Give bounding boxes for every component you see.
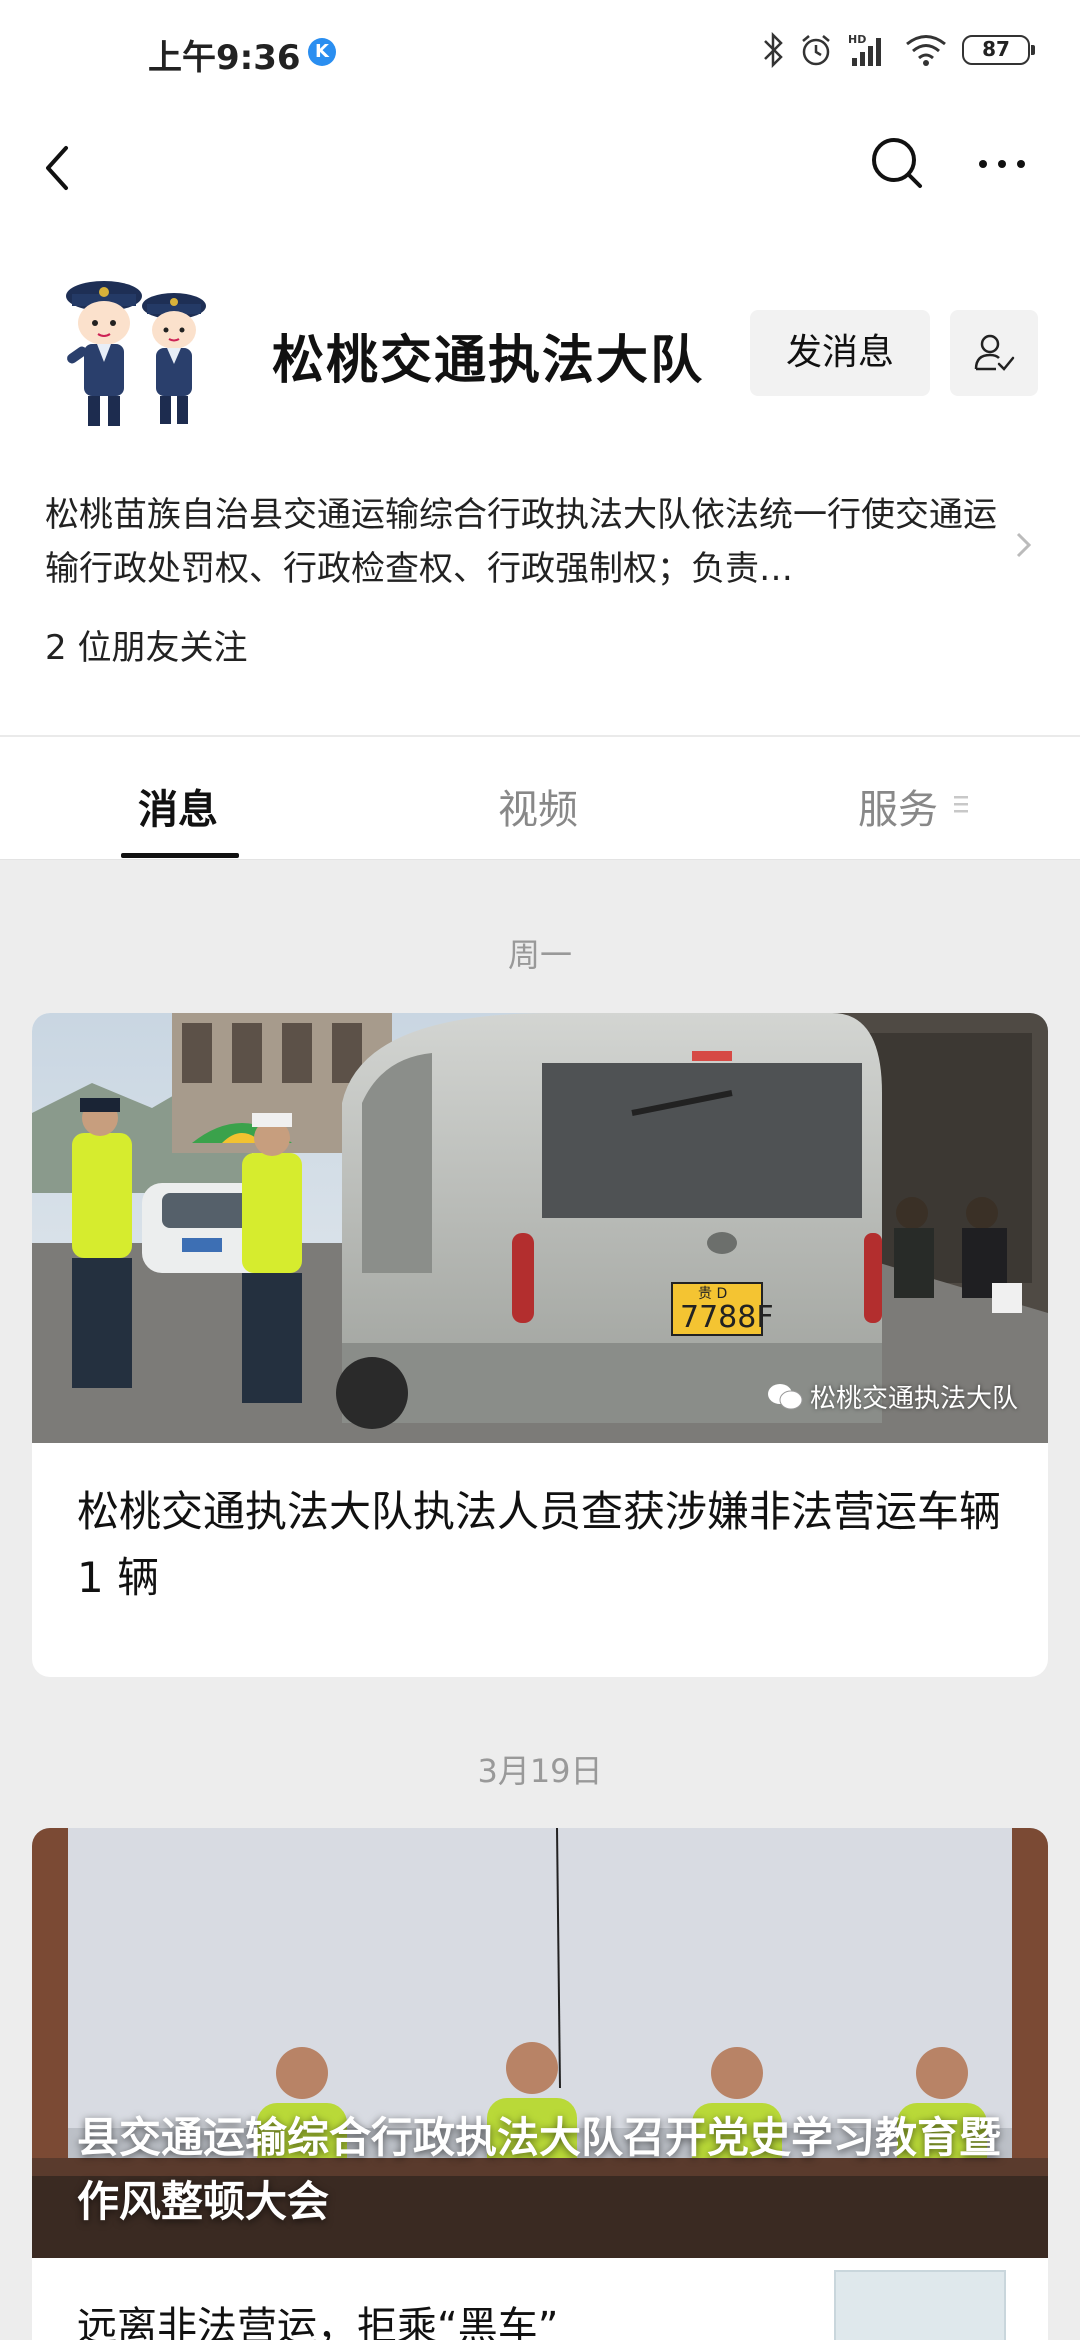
account-description[interactable]: 松桃苗族自治县交通运输综合行政执法大队依法统一行使交通运输行政处罚权、行政检查权…	[45, 488, 1005, 596]
status-bar: 上午9:36 K HD 87	[0, 0, 1080, 105]
back-arrow-icon[interactable]	[30, 138, 90, 198]
sub-article-thumbnail[interactable]	[834, 2270, 1006, 2340]
article-card[interactable]: 贵 D 7788F 松桃交通执法大队 松桃交通执法大队执法人员查获涉嫌非法营运车…	[32, 1013, 1048, 1677]
tab-messages[interactable]: 消息	[138, 777, 218, 835]
search-icon[interactable]	[862, 128, 932, 198]
send-message-button[interactable]: 发消息	[750, 310, 930, 396]
watermark-text: 松桃交通执法大队	[809, 1384, 1018, 1414]
sub-article-item[interactable]: 远离非法营运，拒乘“黑车”	[32, 2258, 1048, 2340]
article-overlay-title[interactable]: 县交通运输综合行政执法大队召开党史学习教育暨作风整顿大会	[77, 2106, 1017, 2234]
article-title[interactable]: 松桃交通执法大队执法人员查获涉嫌非法营运车辆 1 辆	[32, 1443, 1048, 1611]
user-check-icon	[974, 334, 1015, 371]
follow-button[interactable]	[950, 310, 1038, 396]
more-icon[interactable]	[970, 128, 1040, 198]
official-account-page: 上午9:36 K HD 87 松桃交通执法大队 发消息 松桃苗族自治县交通运输综…	[0, 0, 1080, 2340]
article-cover-image[interactable]: 县交通运输综合行政执法大队召开党史学习教育暨作风整顿大会	[32, 1828, 1048, 2258]
date-label: 3月19日	[477, 1752, 603, 1790]
svg-text:HD: HD	[848, 33, 866, 46]
chevron-right-icon[interactable]	[1012, 528, 1036, 562]
date-label: 周一	[507, 936, 572, 974]
tab-bar: 消息 视频 服务	[0, 737, 1080, 860]
tab-active-indicator	[121, 853, 239, 858]
signal-icon: HD	[848, 33, 881, 66]
followers-count[interactable]: 2 位朋友关注	[45, 620, 247, 669]
status-time: 上午9:36	[148, 38, 301, 78]
sub-article-title[interactable]: 远离非法营运，拒乘“黑车”	[77, 2294, 558, 2340]
watermark: 松桃交通执法大队	[766, 1378, 1018, 1415]
status-icons: HD 87	[762, 30, 1035, 70]
article-cover-image[interactable]: 贵 D 7788F 松桃交通执法大队	[32, 1013, 1048, 1443]
plate-number: 7788F	[680, 1300, 774, 1335]
tab-videos[interactable]: 视频	[498, 777, 578, 835]
wifi-icon	[906, 35, 946, 66]
k-app-icon: K	[308, 38, 336, 66]
account-name: 松桃交通执法大队	[272, 331, 705, 391]
battery-icon: 87	[962, 35, 1035, 65]
bluetooth-icon	[764, 32, 783, 68]
wechat-icon	[767, 1383, 803, 1409]
tab-services[interactable]: 服务	[858, 777, 938, 835]
alarm-icon	[802, 35, 830, 66]
article-card[interactable]: 县交通运输综合行政执法大队召开党史学习教育暨作风整顿大会 远离非法营运，拒乘“黑…	[32, 1828, 1048, 2340]
menu-lines-icon	[954, 796, 968, 813]
account-avatar[interactable]	[52, 268, 222, 438]
